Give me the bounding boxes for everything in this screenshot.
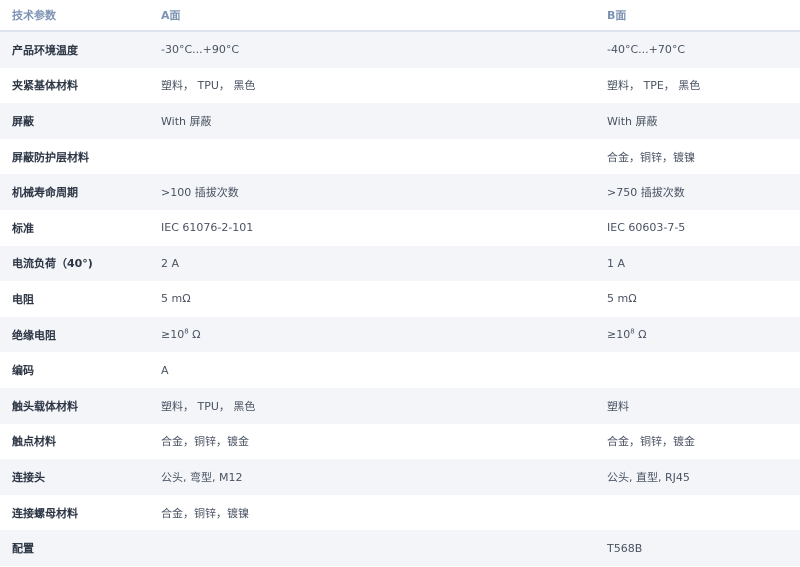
value-b-unit: Ω	[634, 328, 647, 342]
param-name: 连接螺母材料	[0, 494, 149, 531]
table-row: 触点材料 合金，铜锌，镀金 合金，铜锌，镀金	[0, 423, 800, 460]
table-row: 连接螺母材料 合金，铜锌，镀镍	[0, 494, 800, 531]
value-a: With 屏蔽	[149, 103, 595, 139]
param-name: 触头载体材料	[0, 387, 149, 424]
value-a: 5 mΩ	[149, 281, 595, 317]
table-row: 标准 IEC 61076-2-101 IEC 60603-7-5	[0, 209, 800, 246]
value-b: 5 mΩ	[595, 281, 800, 317]
table-header: 技术参数 A面 B面	[0, 0, 800, 32]
table-body: 产品环境温度 -30°C...+90°C -40°C...+70°C 夹紧基体材…	[0, 31, 800, 566]
value-a-unit: Ω	[188, 328, 201, 342]
table-row: 屏蔽 With 屏蔽 With 屏蔽	[0, 103, 800, 139]
param-name: 编码	[0, 352, 149, 388]
param-name: 夹紧基体材料	[0, 67, 149, 104]
value-b: 公头, 直型, RJ45	[595, 459, 800, 495]
param-name: 电流负荷（40°)	[0, 245, 149, 282]
param-name: 机械寿命周期	[0, 174, 149, 210]
value-a: 塑料， TPU， 黑色	[149, 67, 595, 104]
spec-table: 技术参数 A面 B面 产品环境温度 -30°C...+90°C -40°C...…	[0, 0, 800, 566]
value-b: 塑料， TPE， 黑色	[595, 67, 800, 104]
param-name: 绝缘电阻	[0, 316, 149, 353]
header-side-b: B面	[595, 0, 800, 32]
header-row: 技术参数 A面 B面	[0, 0, 800, 32]
table-row: 绝缘电阻 ≥108 Ω ≥108 Ω	[0, 316, 800, 353]
value-a: A	[149, 352, 595, 388]
param-name: 配置	[0, 530, 149, 566]
value-b-base: ≥10	[607, 328, 631, 342]
param-name: 产品环境温度	[0, 31, 149, 68]
value-a: IEC 61076-2-101	[149, 209, 595, 246]
value-a: 2 A	[149, 245, 595, 282]
param-name: 屏蔽	[0, 103, 149, 139]
table-row: 产品环境温度 -30°C...+90°C -40°C...+70°C	[0, 31, 800, 68]
table-row: 配置 T568B	[0, 530, 800, 566]
table-row: 编码 A	[0, 352, 800, 388]
value-a: -30°C...+90°C	[149, 31, 595, 68]
value-a: 合金，铜锌，镀金	[149, 423, 595, 460]
value-a: >100 插拔次数	[149, 174, 595, 210]
value-b: T568B	[595, 530, 800, 566]
value-a: ≥108 Ω	[149, 316, 595, 353]
value-b: 合金，铜锌，镀镍	[595, 138, 800, 175]
table-row: 电阻 5 mΩ 5 mΩ	[0, 281, 800, 317]
value-a: 合金，铜锌，镀镍	[149, 494, 595, 531]
value-a: 塑料， TPU， 黑色	[149, 387, 595, 424]
value-a	[149, 138, 595, 175]
table-row: 屏蔽防护层材料 合金，铜锌，镀镍	[0, 138, 800, 175]
value-b: >750 插拔次数	[595, 174, 800, 210]
value-b: ≥108 Ω	[595, 316, 800, 353]
table-row: 连接头 公头, 弯型, M12 公头, 直型, RJ45	[0, 459, 800, 495]
header-param: 技术参数	[0, 0, 149, 32]
value-b: IEC 60603-7-5	[595, 209, 800, 246]
param-name: 标准	[0, 209, 149, 246]
param-name: 触点材料	[0, 423, 149, 460]
header-side-a: A面	[149, 0, 595, 32]
value-a-base: ≥10	[161, 328, 185, 342]
value-b: -40°C...+70°C	[595, 31, 800, 68]
value-b: 1 A	[595, 245, 800, 282]
value-b	[595, 494, 800, 531]
table-row: 夹紧基体材料 塑料， TPU， 黑色 塑料， TPE， 黑色	[0, 67, 800, 104]
value-b	[595, 352, 800, 388]
value-a	[149, 530, 595, 566]
value-b: 塑料	[595, 387, 800, 424]
table-row: 机械寿命周期 >100 插拔次数 >750 插拔次数	[0, 174, 800, 210]
value-a: 公头, 弯型, M12	[149, 459, 595, 495]
table-row: 电流负荷（40°) 2 A 1 A	[0, 245, 800, 282]
table-row: 触头载体材料 塑料， TPU， 黑色 塑料	[0, 387, 800, 424]
value-b: With 屏蔽	[595, 103, 800, 139]
param-name: 连接头	[0, 459, 149, 495]
param-name: 屏蔽防护层材料	[0, 138, 149, 175]
param-name: 电阻	[0, 281, 149, 317]
value-b: 合金，铜锌，镀金	[595, 423, 800, 460]
